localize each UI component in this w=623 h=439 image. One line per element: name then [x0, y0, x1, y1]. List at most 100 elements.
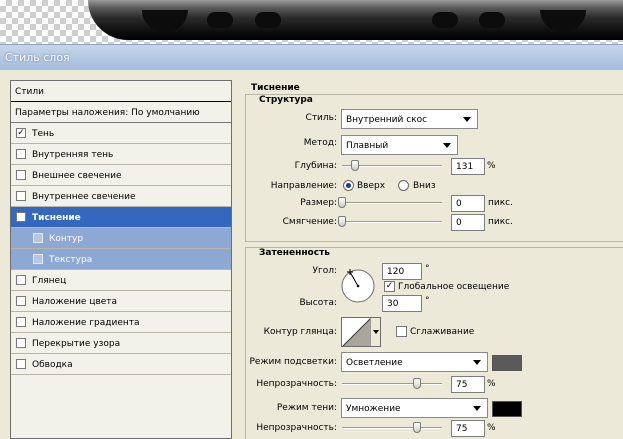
- highlight-opacity-input[interactable]: 75: [451, 376, 485, 393]
- slider-thumb[interactable]: [338, 197, 346, 208]
- size-unit: пикс.: [488, 198, 513, 208]
- style-checkbox[interactable]: [16, 170, 26, 180]
- direction-up-radio[interactable]: [343, 180, 354, 191]
- depth-unit: %: [487, 161, 496, 171]
- style-item-label: Внутренняя тень: [32, 150, 114, 160]
- style-checkbox[interactable]: [16, 359, 26, 369]
- soften-value: 0: [456, 218, 462, 228]
- size-label: Размер:: [300, 198, 337, 208]
- style-checkbox[interactable]: [16, 149, 26, 159]
- soften-input[interactable]: 0: [451, 214, 485, 231]
- style-item-gradient-overlay[interactable]: Наложение градиента: [11, 312, 231, 333]
- shadow-opacity-slider[interactable]: [342, 422, 442, 434]
- contour-dropdown-button[interactable]: [370, 318, 380, 346]
- chevron-down-icon: [373, 330, 379, 334]
- style-label: Стиль:: [305, 113, 337, 123]
- altitude-input[interactable]: 30: [382, 295, 422, 312]
- style-item-label: Внешнее свечение: [32, 171, 122, 181]
- style-item-inner-shadow[interactable]: Внутренняя тень: [11, 144, 231, 165]
- altitude-value: 30: [387, 299, 399, 309]
- style-checkbox[interactable]: ✓: [16, 212, 26, 222]
- size-slider[interactable]: [338, 197, 442, 209]
- gloss-contour-picker[interactable]: [341, 317, 381, 347]
- blending-options-item[interactable]: Параметры наложения: По умолчанию: [11, 102, 231, 123]
- style-checkbox[interactable]: [33, 254, 43, 264]
- shadow-mode-select[interactable]: Умножение: [341, 398, 488, 418]
- direction-down-radio[interactable]: [398, 180, 409, 191]
- soften-unit: пикс.: [488, 217, 513, 227]
- style-item-contour[interactable]: Контур: [11, 228, 231, 249]
- highlight-mode-value: Осветление: [346, 358, 403, 368]
- depth-label: Глубина:: [294, 161, 337, 171]
- antialias-label: Сглаживание: [410, 327, 475, 337]
- slider-track: [342, 427, 442, 429]
- style-item-satin[interactable]: Глянец: [11, 270, 231, 291]
- depth-input[interactable]: 131: [451, 158, 485, 175]
- shape-notch: [207, 12, 233, 28]
- style-item-outer-glow[interactable]: Внешнее свечение: [11, 165, 231, 186]
- shadow-opacity-value: 75: [456, 424, 468, 434]
- depth-slider[interactable]: [342, 160, 442, 172]
- chevron-down-icon: [473, 360, 481, 365]
- depth-value: 131: [456, 162, 474, 172]
- style-item-label: Тиснение: [32, 213, 81, 223]
- style-checkbox[interactable]: [16, 275, 26, 285]
- slider-thumb[interactable]: [413, 378, 421, 389]
- global-light-checkbox[interactable]: ✓: [384, 281, 395, 292]
- method-select[interactable]: Плавный: [341, 135, 458, 155]
- angle-input[interactable]: 120: [382, 263, 422, 280]
- slider-thumb[interactable]: [413, 422, 421, 433]
- style-checkbox[interactable]: [16, 191, 26, 201]
- highlight-mode-select[interactable]: Осветление: [341, 352, 488, 372]
- style-checkbox[interactable]: [16, 296, 26, 306]
- shape-notch: [432, 12, 458, 28]
- style-checkbox[interactable]: [33, 233, 43, 243]
- highlight-mode-label: Режим подсветки:: [249, 357, 337, 367]
- chevron-down-icon: [473, 406, 481, 411]
- style-checkbox[interactable]: [16, 317, 26, 327]
- dialog-title-bar[interactable]: Стиль слоя: [0, 44, 623, 70]
- angle-dial[interactable]: [340, 268, 376, 304]
- style-item-drop-shadow[interactable]: ✓ Тень: [11, 123, 231, 144]
- soften-slider[interactable]: [338, 216, 442, 228]
- direction-up-label: Вверх: [357, 181, 386, 191]
- highlight-opacity-value: 75: [456, 380, 468, 390]
- style-select-value: Внутренний скос: [346, 115, 428, 125]
- style-item-label: Глянец: [32, 276, 67, 286]
- highlight-color-swatch[interactable]: [492, 355, 522, 371]
- style-select[interactable]: Внутренний скос: [341, 109, 478, 129]
- slider-thumb[interactable]: [351, 160, 359, 171]
- size-input[interactable]: 0: [451, 195, 485, 212]
- highlight-opacity-slider[interactable]: [342, 378, 442, 390]
- style-item-pattern-overlay[interactable]: Перекрытие узора: [11, 333, 231, 354]
- highlight-opacity-unit: %: [487, 379, 496, 389]
- slider-thumb[interactable]: [338, 216, 346, 227]
- style-item-texture[interactable]: Текстура: [11, 249, 231, 270]
- style-item-label: Тень: [32, 129, 55, 139]
- slider-track: [342, 202, 442, 204]
- style-checkbox[interactable]: [16, 338, 26, 348]
- chevron-down-icon: [463, 117, 471, 122]
- shadow-opacity-unit: %: [487, 423, 496, 433]
- direction-down-label: Вниз: [413, 181, 436, 191]
- shadow-color-swatch[interactable]: [492, 401, 522, 417]
- highlight-opacity-label: Непрозрачность:: [256, 379, 337, 389]
- angle-unit: °: [425, 264, 430, 274]
- chevron-down-icon: [443, 143, 451, 148]
- altitude-label: Высота:: [299, 298, 337, 308]
- antialias-checkbox[interactable]: [396, 326, 407, 337]
- style-checkbox[interactable]: ✓: [16, 128, 26, 138]
- style-item-color-overlay[interactable]: Наложение цвета: [11, 291, 231, 312]
- style-item-stroke[interactable]: Обводка: [11, 354, 231, 375]
- slider-track: [342, 383, 442, 385]
- angle-label: Угол:: [312, 266, 337, 276]
- style-item-inner-glow[interactable]: Внутреннее свечение: [11, 186, 231, 207]
- style-item-label: Обводка: [32, 360, 73, 370]
- style-item-bevel-emboss[interactable]: ✓ Тиснение: [11, 207, 231, 228]
- bevel-emboss-panel: Тиснение Структура Стиль: Внутренний ско…: [239, 80, 623, 439]
- style-item-label: Контур: [49, 234, 84, 244]
- contour-curve-icon: [343, 318, 371, 346]
- styles-header[interactable]: Стили: [11, 81, 231, 102]
- style-item-label: Наложение цвета: [32, 297, 118, 307]
- shadow-opacity-input[interactable]: 75: [451, 420, 485, 437]
